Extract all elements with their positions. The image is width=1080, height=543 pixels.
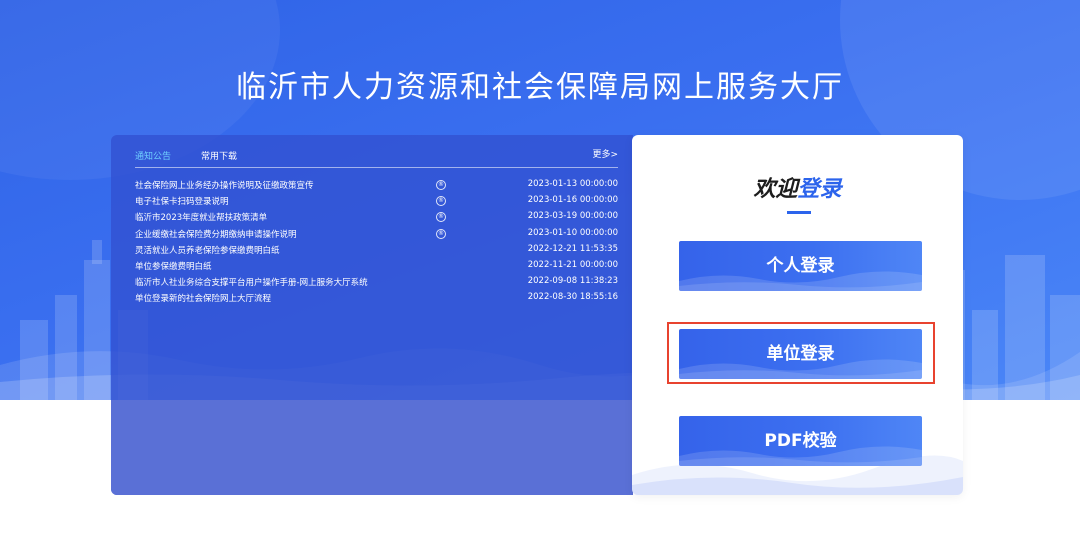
notice-list: 社会保险网上业务经办操作说明及征缴政策宣传 ® 2023-01-13 00:00… (135, 178, 618, 308)
notice-title[interactable]: 临沂市人社业务综合支撑平台用户操作手册-网上服务大厅系统 (135, 276, 368, 288)
notice-item[interactable]: 社会保险网上业务经办操作说明及征缴政策宣传 ® 2023-01-13 00:00… (135, 178, 618, 194)
notice-panel-footer (111, 400, 633, 495)
notice-date: 2022-09-08 11:38:23 (527, 276, 618, 287)
notice-item[interactable]: 临沂市人社业务综合支撑平台用户操作手册-网上服务大厅系统 2022-09-08 … (135, 275, 618, 291)
notice-date: 2023-01-10 00:00:00 (527, 227, 618, 238)
notice-panel: 通知公告 常用下载 更多> 社会保险网上业务经办操作说明及征缴政策宣传 ® 20… (111, 135, 633, 495)
personal-login-button[interactable]: 个人登录 (679, 241, 922, 291)
notice-item[interactable]: 单位参保缴费明白纸 2022-11-21 00:00:00 (135, 259, 618, 275)
notice-title[interactable]: 单位登录新的社会保险网上大厅流程 (135, 292, 271, 304)
tab-downloads[interactable]: 常用下载 (201, 149, 237, 162)
personal-login-label: 个人登录 (766, 256, 835, 276)
notice-date: 2022-11-21 00:00:00 (527, 259, 618, 270)
notice-date: 2023-03-19 00:00:00 (527, 211, 618, 222)
more-link[interactable]: 更多> (592, 147, 618, 160)
welcome-heading: 欢迎登录 (632, 171, 963, 203)
notice-item[interactable]: 灵活就业人员养老保险参保缴费明白纸 2022-12-21 11:53:35 (135, 243, 618, 259)
notice-title[interactable]: 临沂市2023年度就业帮扶政策清单 (135, 211, 267, 223)
notice-date: 2023-01-16 00:00:00 (527, 195, 618, 206)
info-circle-icon: ® (436, 212, 446, 223)
info-circle-icon: ® (436, 180, 446, 190)
notice-title[interactable]: 企业缓缴社会保险费分期缴纳申请操作说明 (135, 228, 297, 240)
notice-title[interactable]: 单位参保缴费明白纸 (135, 260, 212, 272)
notice-item[interactable]: 企业缓缴社会保险费分期缴纳申请操作说明 ® 2023-01-10 00:00:0… (135, 227, 618, 243)
notice-title[interactable]: 社会保险网上业务经办操作说明及征缴政策宣传 (135, 179, 314, 191)
unit-login-label: 单位登录 (766, 344, 835, 364)
login-panel: 欢迎登录 个人登录 单位登录 PDF校验 (632, 135, 963, 495)
notice-tabs: 通知公告 常用下载 更多> (135, 147, 618, 168)
notice-item[interactable]: 电子社保卡扫码登录说明 ® 2023-01-16 00:00:00 (135, 194, 618, 210)
welcome-accent-text: 登录 (797, 177, 842, 202)
divider (787, 211, 811, 214)
notice-date: 2023-01-13 00:00:00 (527, 179, 618, 189)
notice-item[interactable]: 单位登录新的社会保险网上大厅流程 2022-08-30 18:55:16 (135, 291, 618, 307)
tab-notices[interactable]: 通知公告 (135, 149, 171, 162)
notice-title[interactable]: 电子社保卡扫码登录说明 (135, 195, 229, 207)
notice-title[interactable]: 灵活就业人员养老保险参保缴费明白纸 (135, 244, 280, 256)
notice-date: 2022-08-30 18:55:16 (527, 292, 618, 303)
pdf-verify-label: PDF校验 (764, 431, 837, 451)
info-circle-icon: ® (436, 196, 446, 207)
page-title: 临沂市人力资源和社会保障局网上服务大厅 (236, 70, 844, 105)
info-circle-icon: ® (436, 228, 446, 239)
welcome-text: 欢迎 (753, 177, 798, 202)
notice-item[interactable]: 临沂市2023年度就业帮扶政策清单 ® 2023-03-19 00:00:00 (135, 210, 618, 226)
notice-date: 2022-12-21 11:53:35 (527, 243, 618, 254)
